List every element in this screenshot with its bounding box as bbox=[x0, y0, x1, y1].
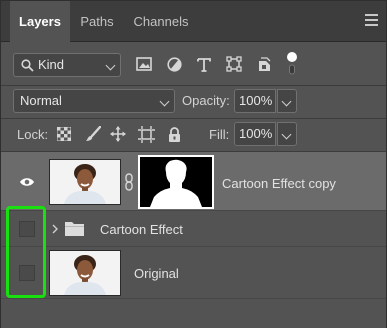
folder-icon bbox=[65, 222, 84, 236]
layer-row[interactable]: Cartoon Effect copy bbox=[1, 152, 386, 211]
blend-mode-value: Normal bbox=[20, 93, 62, 108]
visibility-column-highlight bbox=[6, 206, 46, 298]
layer-thumbnail[interactable] bbox=[49, 159, 121, 205]
fill-input[interactable]: 100% bbox=[234, 122, 276, 146]
lock-row: Lock: Fill: 100% bbox=[1, 119, 386, 151]
layers-panel: Layers Paths Channels Kind Normal Opacit… bbox=[0, 0, 387, 328]
blend-mode-dropdown[interactable]: Normal bbox=[13, 89, 175, 113]
filter-type-layers-icon[interactable] bbox=[195, 55, 213, 73]
layers-empty-area bbox=[1, 300, 386, 328]
tab-paths[interactable]: Paths bbox=[73, 1, 121, 42]
filter-kind-dropdown[interactable]: Kind bbox=[13, 53, 121, 77]
chevron-down-icon bbox=[281, 129, 292, 140]
filter-toggle-icon[interactable] bbox=[285, 49, 299, 77]
filter-row: Kind bbox=[1, 43, 386, 85]
panel-tab-bar: Layers Paths Channels bbox=[1, 1, 386, 43]
search-icon bbox=[21, 59, 34, 72]
lock-transparent-pixels-icon[interactable] bbox=[56, 126, 72, 142]
filter-smart-objects-icon[interactable] bbox=[255, 55, 273, 73]
lock-position-move-icon[interactable] bbox=[109, 125, 127, 143]
tab-layers[interactable]: Layers bbox=[10, 1, 70, 43]
link-chain-icon[interactable] bbox=[124, 173, 134, 191]
eye-icon bbox=[20, 178, 34, 186]
fill-slider-toggle[interactable] bbox=[277, 122, 297, 146]
chevron-down-icon bbox=[159, 96, 170, 107]
layer-thumbnail[interactable] bbox=[49, 250, 121, 296]
lock-label: Lock: bbox=[17, 127, 49, 142]
blend-row: Normal Opacity: 100% bbox=[1, 86, 386, 116]
opacity-slider-toggle[interactable] bbox=[277, 89, 297, 113]
layer-group-row[interactable]: Cartoon Effect bbox=[1, 211, 386, 247]
layer-row[interactable]: Original bbox=[1, 247, 386, 299]
filter-adjustment-layers-icon[interactable] bbox=[165, 55, 183, 73]
chevron-right-icon[interactable] bbox=[52, 224, 58, 234]
layer-name[interactable]: Cartoon Effect copy bbox=[222, 176, 336, 191]
chevron-down-icon bbox=[105, 60, 116, 71]
lock-all-padlock-icon[interactable] bbox=[166, 125, 182, 143]
filter-pixel-layers-icon[interactable] bbox=[135, 55, 153, 73]
layer-name[interactable]: Original bbox=[134, 266, 179, 281]
layer-mask-thumbnail[interactable] bbox=[138, 155, 214, 209]
filter-kind-label: Kind bbox=[38, 57, 65, 72]
layer-name[interactable]: Cartoon Effect bbox=[100, 222, 183, 237]
tab-channels[interactable]: Channels bbox=[125, 1, 197, 42]
opacity-label: Opacity: bbox=[182, 93, 230, 108]
lock-artboard-icon[interactable] bbox=[137, 125, 155, 143]
panel-menu-icon[interactable] bbox=[365, 14, 378, 26]
fill-value: 100% bbox=[239, 126, 273, 141]
opacity-value: 100% bbox=[239, 93, 273, 108]
opacity-input[interactable]: 100% bbox=[234, 89, 276, 113]
visibility-toggle[interactable] bbox=[9, 152, 45, 210]
chevron-down-icon bbox=[281, 96, 292, 107]
filter-shape-layers-icon[interactable] bbox=[225, 55, 243, 73]
lock-image-pixels-brush-icon[interactable] bbox=[84, 125, 102, 143]
fill-label: Fill: bbox=[209, 127, 230, 142]
